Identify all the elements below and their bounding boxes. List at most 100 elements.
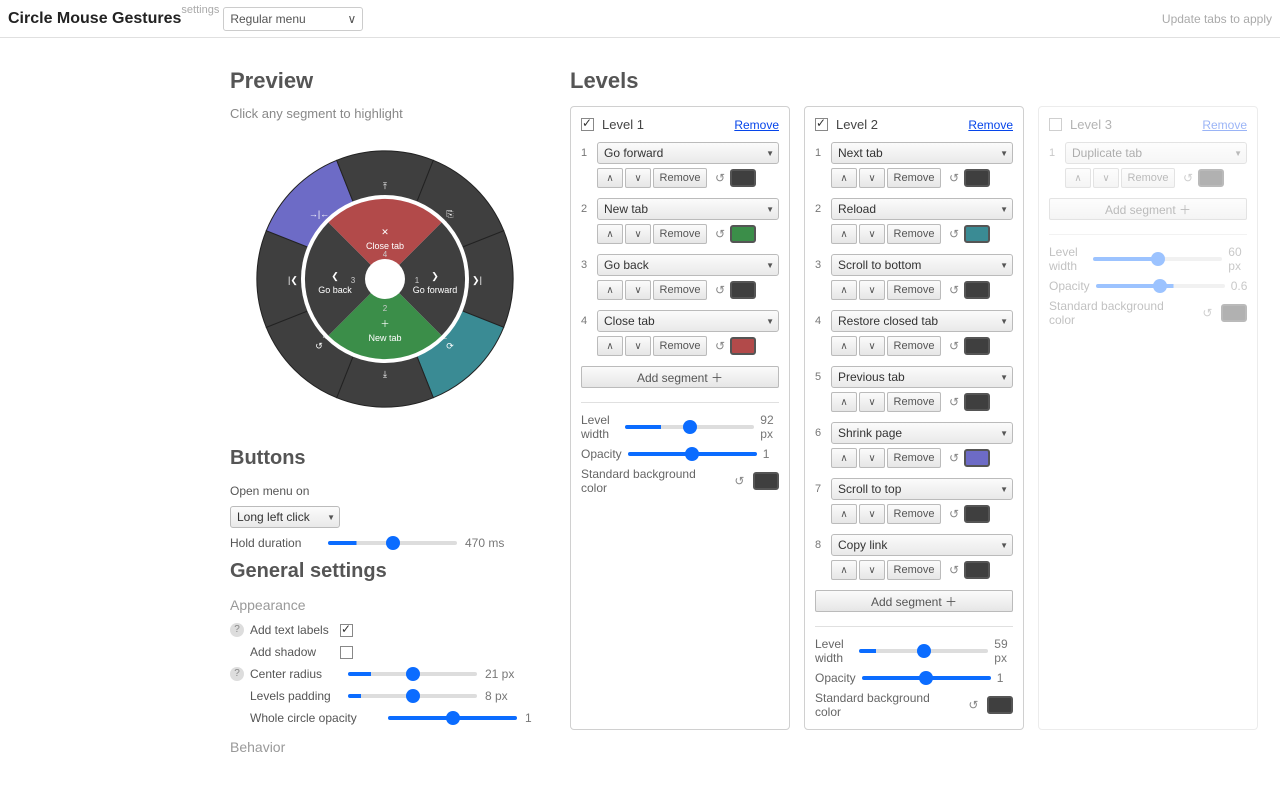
segment-color-swatch[interactable] [964, 337, 990, 355]
open-menu-select[interactable]: Long left click [230, 506, 340, 528]
std-bg-swatch[interactable] [987, 696, 1013, 714]
reset-icon[interactable]: ↺ [949, 507, 959, 521]
help-icon[interactable]: ? [230, 623, 244, 637]
segment-action-select[interactable]: Go forward [597, 142, 779, 164]
remove-level-link[interactable]: Remove [968, 118, 1013, 132]
move-down-button[interactable]: ∨ [625, 280, 651, 300]
move-up-button[interactable]: ∧ [831, 392, 857, 412]
segment-action-select[interactable]: Go back [597, 254, 779, 276]
move-up-button[interactable]: ∧ [831, 280, 857, 300]
move-down-button[interactable]: ∨ [859, 448, 885, 468]
move-down-button[interactable]: ∨ [859, 504, 885, 524]
segment-color-swatch[interactable] [964, 225, 990, 243]
remove-segment-button[interactable]: Remove [887, 280, 941, 300]
add-shadow-checkbox[interactable] [340, 646, 353, 659]
reset-icon[interactable]: ↺ [715, 339, 725, 353]
move-down-button[interactable]: ∨ [625, 336, 651, 356]
reset-icon[interactable]: ↺ [949, 339, 959, 353]
level-enabled-checkbox[interactable] [815, 118, 828, 131]
move-up-button[interactable]: ∧ [831, 504, 857, 524]
segment-action-select[interactable]: Restore closed tab [831, 310, 1013, 332]
segment-action-select[interactable]: Shrink page [831, 422, 1013, 444]
segment-color-swatch[interactable] [730, 169, 756, 187]
reset-icon[interactable]: ↺ [949, 395, 959, 409]
move-up-button[interactable]: ∧ [1065, 168, 1091, 188]
help-icon[interactable]: ? [230, 667, 244, 681]
level-width-slider[interactable] [859, 649, 988, 653]
segment-color-swatch[interactable] [1198, 169, 1224, 187]
remove-segment-button[interactable]: Remove [887, 504, 941, 524]
move-down-button[interactable]: ∨ [859, 560, 885, 580]
segment-color-swatch[interactable] [964, 449, 990, 467]
move-up-button[interactable]: ∧ [597, 168, 623, 188]
segment-action-select[interactable]: Reload [831, 198, 1013, 220]
remove-segment-button[interactable]: Remove [887, 168, 941, 188]
move-up-button[interactable]: ∧ [597, 280, 623, 300]
remove-segment-button[interactable]: Remove [887, 224, 941, 244]
opacity-slider[interactable] [628, 452, 757, 456]
reset-icon[interactable]: ↺ [715, 283, 725, 297]
level-width-slider[interactable] [625, 425, 754, 429]
remove-segment-button[interactable]: Remove [653, 280, 707, 300]
segment-color-swatch[interactable] [730, 225, 756, 243]
add-segment-button[interactable]: Add segment ＋ [581, 366, 779, 388]
segment-action-select[interactable]: Scroll to top [831, 478, 1013, 500]
move-down-button[interactable]: ∨ [859, 168, 885, 188]
move-down-button[interactable]: ∨ [625, 224, 651, 244]
remove-segment-button[interactable]: Remove [887, 448, 941, 468]
hold-duration-slider[interactable] [328, 541, 457, 545]
reset-icon[interactable]: ↺ [1202, 306, 1212, 320]
remove-segment-button[interactable]: Remove [887, 336, 941, 356]
segment-color-swatch[interactable] [964, 393, 990, 411]
reset-icon[interactable]: ↺ [949, 227, 959, 241]
segment-color-swatch[interactable] [730, 337, 756, 355]
reset-icon[interactable]: ↺ [949, 171, 959, 185]
move-down-button[interactable]: ∨ [1093, 168, 1119, 188]
segment-color-swatch[interactable] [964, 505, 990, 523]
opacity-slider[interactable] [862, 676, 991, 680]
std-bg-swatch[interactable] [1221, 304, 1247, 322]
circle-preview[interactable]: ❯| ⟳ ⤓ ↺ |❮ →|← ⤒ ⎘ 1 2 3 4 5 6 [245, 139, 525, 419]
reset-icon[interactable]: ↺ [734, 474, 744, 488]
add-text-labels-checkbox[interactable] [340, 624, 353, 637]
remove-segment-button[interactable]: Remove [653, 336, 707, 356]
move-down-button[interactable]: ∨ [859, 392, 885, 412]
remove-segment-button[interactable]: Remove [653, 168, 707, 188]
segment-action-select[interactable]: Copy link [831, 534, 1013, 556]
segment-action-select[interactable]: New tab [597, 198, 779, 220]
reset-icon[interactable]: ↺ [949, 283, 959, 297]
add-segment-button[interactable]: Add segment ＋ [1049, 198, 1247, 220]
move-up-button[interactable]: ∧ [831, 560, 857, 580]
reset-icon[interactable]: ↺ [949, 563, 959, 577]
remove-level-link[interactable]: Remove [734, 118, 779, 132]
segment-action-select[interactable]: Close tab [597, 310, 779, 332]
move-up-button[interactable]: ∧ [597, 336, 623, 356]
segment-color-swatch[interactable] [964, 281, 990, 299]
segment-color-swatch[interactable] [964, 169, 990, 187]
add-segment-button[interactable]: Add segment ＋ [815, 590, 1013, 612]
reset-icon[interactable]: ↺ [1183, 171, 1193, 185]
remove-segment-button[interactable]: Remove [1121, 168, 1175, 188]
whole-opacity-slider[interactable] [388, 716, 517, 720]
move-down-button[interactable]: ∨ [859, 280, 885, 300]
remove-segment-button[interactable]: Remove [653, 224, 707, 244]
reset-icon[interactable]: ↺ [715, 171, 725, 185]
reset-icon[interactable]: ↺ [968, 698, 978, 712]
segment-action-select[interactable]: Scroll to bottom [831, 254, 1013, 276]
move-up-button[interactable]: ∧ [831, 224, 857, 244]
levels-padding-slider[interactable] [348, 694, 477, 698]
level-width-slider[interactable] [1093, 257, 1222, 261]
move-down-button[interactable]: ∨ [625, 168, 651, 188]
level-enabled-checkbox[interactable] [581, 118, 594, 131]
segment-color-swatch[interactable] [964, 561, 990, 579]
center-radius-slider[interactable] [348, 672, 477, 676]
reset-icon[interactable]: ↺ [949, 451, 959, 465]
remove-segment-button[interactable]: Remove [887, 392, 941, 412]
reset-icon[interactable]: ↺ [715, 227, 725, 241]
move-down-button[interactable]: ∨ [859, 224, 885, 244]
menu-category-select[interactable]: Regular menu ∨ [223, 7, 363, 31]
segment-action-select[interactable]: Duplicate tab [1065, 142, 1247, 164]
level-enabled-checkbox[interactable] [1049, 118, 1062, 131]
segment-color-swatch[interactable] [730, 281, 756, 299]
segment-action-select[interactable]: Next tab [831, 142, 1013, 164]
